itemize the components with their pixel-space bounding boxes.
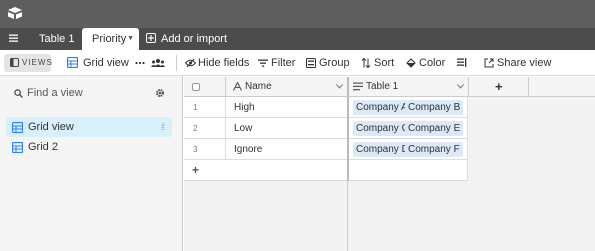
table-row[interactable]: 2 Low Company C Company E: [184, 118, 468, 139]
hide-fields-label: Hide fields: [198, 57, 250, 69]
current-view-label: Grid view: [83, 57, 129, 69]
hide-fields-button[interactable]: Hide fields: [185, 50, 249, 76]
table-row[interactable]: 1 High Company A Company B: [184, 97, 468, 118]
linked-records-cell[interactable]: Company C Company E: [347, 118, 468, 139]
grid-rows: 1 High Company A Company B 2 Low Company…: [184, 97, 468, 181]
views-toggle-button[interactable]: VIEWS: [4, 54, 53, 72]
add-field-button[interactable]: +: [468, 77, 529, 97]
plus-square-icon: [146, 33, 156, 43]
share-icon: [484, 58, 494, 68]
linked-record-chip[interactable]: Company C: [353, 121, 412, 136]
chevron-down-icon[interactable]: [336, 84, 343, 89]
table-row[interactable]: 3 Ignore Company D Company F: [184, 139, 468, 160]
color-label: Color: [419, 57, 446, 69]
add-or-import-label: Add or import: [161, 33, 228, 45]
gear-icon[interactable]: [155, 88, 165, 98]
filter-icon: [258, 59, 268, 67]
column-header-table-1[interactable]: Table 1: [347, 77, 468, 97]
filter-button[interactable]: Filter: [258, 50, 295, 76]
sidebar-item-grid-view[interactable]: Grid view ⁞⁞: [6, 117, 172, 137]
text-field-icon: [233, 82, 242, 91]
select-all-header: [184, 77, 225, 97]
select-all-checkbox[interactable]: [192, 83, 200, 91]
column-header-name[interactable]: Name: [225, 77, 347, 97]
sort-label: Sort: [374, 57, 395, 69]
name-cell[interactable]: Ignore: [225, 139, 347, 160]
empty-cell: [347, 160, 468, 181]
grid-view-icon: [12, 122, 23, 133]
header-filler: [529, 77, 595, 97]
plus-icon: +: [192, 163, 200, 177]
grid-view-icon: [67, 57, 78, 68]
current-view-button[interactable]: Grid view: [67, 50, 129, 76]
plus-icon: +: [495, 79, 503, 94]
sort-button[interactable]: Sort: [361, 50, 394, 76]
views-label: VIEWS: [22, 58, 53, 67]
linked-record-chip[interactable]: Company F: [405, 142, 463, 157]
tab-priority[interactable]: Priority ▼: [82, 28, 139, 50]
share-view-label: Share view: [497, 57, 552, 69]
sidebar-item-label: Grid 2: [28, 141, 58, 153]
app-header: [0, 0, 595, 28]
data-grid: Name Table 1 + 1 High Company A Company …: [184, 77, 595, 251]
drag-handle-icon[interactable]: ⁞⁞: [161, 117, 165, 137]
color-button[interactable]: Color: [406, 50, 445, 76]
linked-record-chip[interactable]: Company E: [405, 121, 464, 136]
column-header-label: Table 1: [366, 81, 399, 92]
row-number: 3: [193, 145, 198, 154]
name-cell[interactable]: Low: [225, 118, 347, 139]
eye-slash-icon: [185, 58, 196, 68]
linked-records-cell[interactable]: Company D Company F: [347, 139, 468, 160]
linked-records-cell[interactable]: Company A Company B: [347, 97, 468, 118]
sidebar-item-grid-2[interactable]: Grid 2: [6, 137, 172, 157]
row-number: 1: [193, 103, 198, 112]
add-row-button[interactable]: +: [184, 160, 468, 181]
chevron-down-icon[interactable]: [457, 84, 464, 89]
add-or-import-button[interactable]: Add or import: [146, 28, 227, 50]
row-number: 2: [193, 124, 198, 133]
tab-table-1[interactable]: Table 1: [39, 28, 74, 50]
name-cell[interactable]: High: [225, 97, 347, 118]
group-button[interactable]: Group: [306, 50, 350, 76]
paint-bucket-icon: [406, 58, 416, 68]
frozen-column-divider: [347, 181, 348, 251]
caret-down-icon[interactable]: ▼: [127, 28, 134, 50]
toolbar-divider: [176, 55, 177, 71]
airtable-logo-icon[interactable]: [7, 6, 23, 20]
find-view-search[interactable]: Find a view: [0, 84, 183, 104]
view-toolbar: VIEWS Grid view Hide fields Filter Group…: [0, 50, 595, 76]
hamburger-icon[interactable]: [9, 33, 19, 43]
linked-record-chip[interactable]: Company D: [353, 142, 412, 157]
tab-priority-label: Priority: [92, 33, 127, 45]
sidebar-item-label: Grid view: [28, 121, 74, 133]
sort-icon: [361, 58, 371, 68]
views-sidebar: Find a view Grid view ⁞⁞ Grid 2: [0, 76, 183, 251]
linked-record-chip[interactable]: Company A: [353, 100, 411, 115]
link-field-icon: [353, 82, 363, 91]
search-icon: [14, 89, 23, 98]
group-label: Group: [319, 57, 350, 69]
group-icon: [306, 58, 316, 68]
sidebar-toggle-icon: [10, 58, 19, 67]
table-tabs-bar: Table 1 Priority ▼ Add or import: [0, 28, 595, 50]
linked-record-chip[interactable]: Company B: [405, 100, 464, 115]
filter-label: Filter: [271, 57, 296, 69]
column-header-label: Name: [245, 81, 272, 92]
grid-view-icon: [12, 142, 23, 153]
find-view-placeholder: Find a view: [27, 87, 83, 99]
share-view-button[interactable]: Share view: [484, 50, 551, 76]
